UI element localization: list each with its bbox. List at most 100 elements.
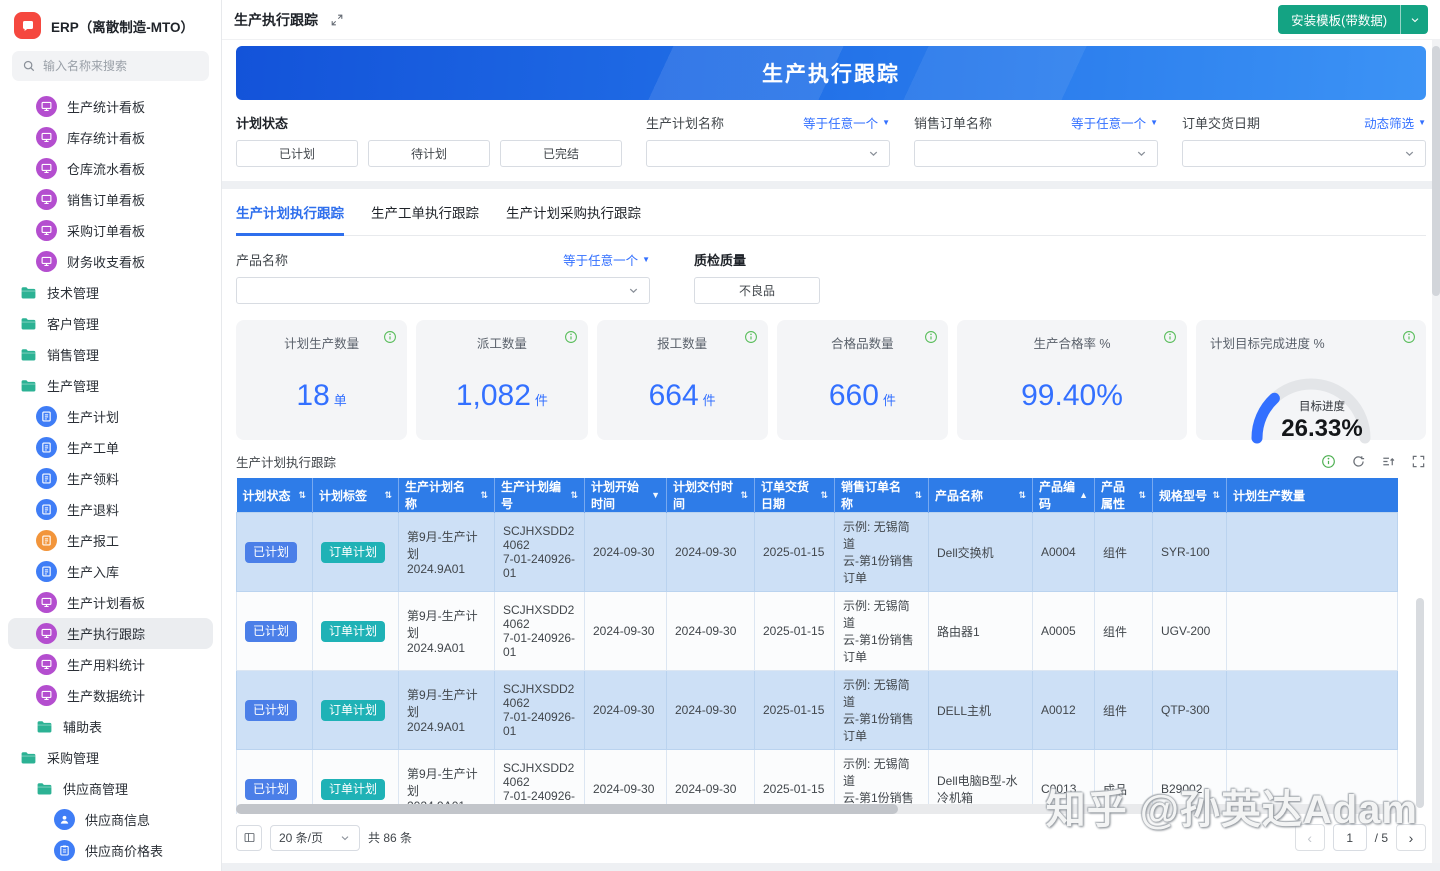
col-product-code[interactable]: 产品编码▲ (1033, 478, 1095, 513)
delivery-date-select[interactable] (1182, 140, 1426, 167)
status-option-finished[interactable]: 已完结 (500, 140, 622, 167)
col-sales-order[interactable]: 销售订单名称⇅ (835, 478, 929, 513)
sidebar-item-production-plan[interactable]: 生产计划 (8, 401, 213, 432)
sidebar-item-inventory-stats-board[interactable]: 库存统计看板 (8, 122, 213, 153)
table-toolbar: 生产计划执行跟踪 (236, 452, 1426, 478)
sort-icon[interactable]: ⇅ (570, 490, 578, 501)
col-plan-qty[interactable]: 计划生产数量 (1227, 478, 1398, 513)
sidebar-item-purchase-order-board[interactable]: 采购订单看板 (8, 215, 213, 246)
prev-page-button[interactable]: ‹ (1295, 824, 1325, 851)
tag-badge: 订单计划 (321, 779, 385, 800)
sidebar-item-sales-order-board[interactable]: 销售订单看板 (8, 184, 213, 215)
info-icon[interactable] (564, 330, 578, 349)
status-option-pending[interactable]: 待计划 (368, 140, 490, 167)
sidebar-folder-sales-mgmt[interactable]: 销售管理 (8, 339, 213, 370)
sort-icon[interactable]: ⇅ (820, 490, 828, 501)
table-row[interactable]: 已计划 订单计划 第9月-生产计划 2024.9A01 SCJHXSDD2406… (237, 671, 1398, 750)
dynamic-filter-link[interactable]: 动态筛选▼ (1364, 113, 1426, 132)
info-icon[interactable] (1402, 330, 1416, 349)
scrollbar-thumb[interactable] (236, 804, 898, 814)
install-template-button[interactable]: 安装模板(带数据) (1278, 5, 1428, 34)
info-icon[interactable] (924, 330, 938, 349)
col-plan-name[interactable]: 生产计划名称⇅ (399, 478, 495, 513)
sidebar-item-material-usage-stats[interactable]: 生产用料统计 (8, 649, 213, 680)
col-plan-status[interactable]: 计划状态⇅ (237, 478, 313, 513)
sort-icon[interactable]: ⇅ (480, 490, 488, 501)
table-vertical-scrollbar[interactable] (1416, 598, 1424, 808)
product-name-select[interactable] (236, 277, 650, 304)
window-scrollbar[interactable] (1432, 40, 1440, 863)
sales-order-select[interactable] (914, 140, 1158, 167)
col-product-name[interactable]: 产品名称⇅ (929, 478, 1033, 513)
quality-option-defective[interactable]: 不良品 (694, 277, 820, 304)
sidebar-item-production-stats-board[interactable]: 生产统计看板 (8, 91, 213, 122)
sidebar-item-supplier-info[interactable]: 供应商信息 (8, 804, 213, 835)
sidebar-item-production-execution-tracking[interactable]: 生产执行跟踪 (8, 618, 213, 649)
table-row[interactable]: 已计划 订单计划 第9月-生产计划 2024.9A01 SCJHXSDD2406… (237, 513, 1398, 592)
col-plan-tag[interactable]: 计划标签⇅ (313, 478, 399, 513)
sidebar-item-label: 技术管理 (47, 283, 99, 302)
sort-icon[interactable]: ⇅ (914, 490, 922, 501)
sales-order-operator-link[interactable]: 等于任意一个▼ (1071, 113, 1158, 132)
sidebar-folder-auxiliary-tables[interactable]: 辅助表 (8, 711, 213, 742)
info-icon[interactable] (744, 330, 758, 349)
plan-name-select[interactable] (646, 140, 890, 167)
sidebar-search[interactable] (12, 51, 209, 81)
table-row[interactable]: 已计划 订单计划 第9月-生产计划 2024.9A01 SCJHXSDD2406… (237, 592, 1398, 671)
next-page-button[interactable]: › (1396, 824, 1426, 851)
col-spec-model[interactable]: 规格型号⇅ (1153, 478, 1227, 513)
document-icon (36, 437, 57, 458)
sort-icon[interactable]: ⇅ (740, 490, 748, 501)
chevron-down-icon[interactable] (1400, 5, 1428, 34)
scrollbar-thumb[interactable] (1432, 46, 1440, 296)
layout-toggle-button[interactable] (236, 825, 262, 851)
sort-icon[interactable]: ▼ (651, 490, 660, 500)
current-page-input[interactable]: 1 (1333, 824, 1367, 851)
horizontal-scrollbar[interactable] (236, 804, 1397, 814)
sidebar-item-material-return[interactable]: 生产退料 (8, 494, 213, 525)
refresh-icon[interactable] (1351, 454, 1366, 469)
sidebar-item-production-data-stats[interactable]: 生产数据统计 (8, 680, 213, 711)
search-input[interactable] (43, 59, 199, 73)
tab-workorder-execution[interactable]: 生产工单执行跟踪 (371, 202, 479, 235)
col-due-date[interactable]: 计划交付时间⇅ (667, 478, 755, 513)
page-size-select[interactable]: 20 条/页 (270, 825, 360, 851)
sidebar-item-warehouse-flow-board[interactable]: 仓库流水看板 (8, 153, 213, 184)
info-icon[interactable] (1163, 330, 1177, 349)
sidebar-item-production-workorder[interactable]: 生产工单 (8, 432, 213, 463)
sidebar-item-work-report[interactable]: 生产报工 (8, 525, 213, 556)
sort-settings-icon[interactable] (1381, 454, 1396, 469)
sidebar-item-production-plan-board[interactable]: 生产计划看板 (8, 587, 213, 618)
product-name-operator-link[interactable]: 等于任意一个▼ (563, 250, 650, 269)
sort-icon[interactable]: ⇅ (384, 490, 392, 501)
sidebar-folder-production-mgmt[interactable]: 生产管理 (8, 370, 213, 401)
tab-plan-execution[interactable]: 生产计划执行跟踪 (236, 202, 344, 236)
col-order-delivery-date[interactable]: 订单交货日期⇅ (755, 478, 835, 513)
sidebar-folder-tech-mgmt[interactable]: 技术管理 (8, 277, 213, 308)
sidebar-item-finance-board[interactable]: 财务收支看板 (8, 246, 213, 277)
fullscreen-icon[interactable] (1411, 454, 1426, 469)
sidebar-folder-customer-mgmt[interactable]: 客户管理 (8, 308, 213, 339)
sort-icon[interactable]: ⇅ (1018, 490, 1026, 501)
sort-icon[interactable]: ⇅ (1138, 490, 1146, 501)
info-icon[interactable] (383, 330, 397, 349)
info-icon[interactable] (1321, 454, 1336, 469)
col-plan-no[interactable]: 生产计划编号⇅ (495, 478, 585, 513)
sidebar-item-production-inbound[interactable]: 生产入库 (8, 556, 213, 587)
sidebar-item-material-requisition[interactable]: 生产领料 (8, 463, 213, 494)
tab-plan-purchase-execution[interactable]: 生产计划采购执行跟踪 (506, 202, 641, 235)
sort-icon[interactable]: ▲ (1079, 490, 1088, 500)
expand-icon[interactable] (330, 13, 344, 27)
sort-icon[interactable]: ⇅ (298, 490, 306, 501)
sidebar-item-supplier-price-list[interactable]: 供应商价格表 (8, 835, 213, 866)
plan-name-operator-link[interactable]: 等于任意一个▼ (803, 113, 890, 132)
sort-icon[interactable]: ⇅ (1212, 490, 1220, 501)
sidebar-folder-purchase-mgmt[interactable]: 采购管理 (8, 742, 213, 773)
status-option-planned[interactable]: 已计划 (236, 140, 358, 167)
cell: 组件 (1095, 671, 1153, 750)
table-header-row: 计划状态⇅ 计划标签⇅ 生产计划名称⇅ 生产计划编号⇅ 计划开始时间▼ 计划交付… (237, 478, 1398, 513)
col-start-date[interactable]: 计划开始时间▼ (585, 478, 667, 513)
sidebar-folder-supplier-mgmt[interactable]: 供应商管理 (8, 773, 213, 804)
col-product-attr[interactable]: 产品属性⇅ (1095, 478, 1153, 513)
cell: 组件 (1095, 592, 1153, 671)
